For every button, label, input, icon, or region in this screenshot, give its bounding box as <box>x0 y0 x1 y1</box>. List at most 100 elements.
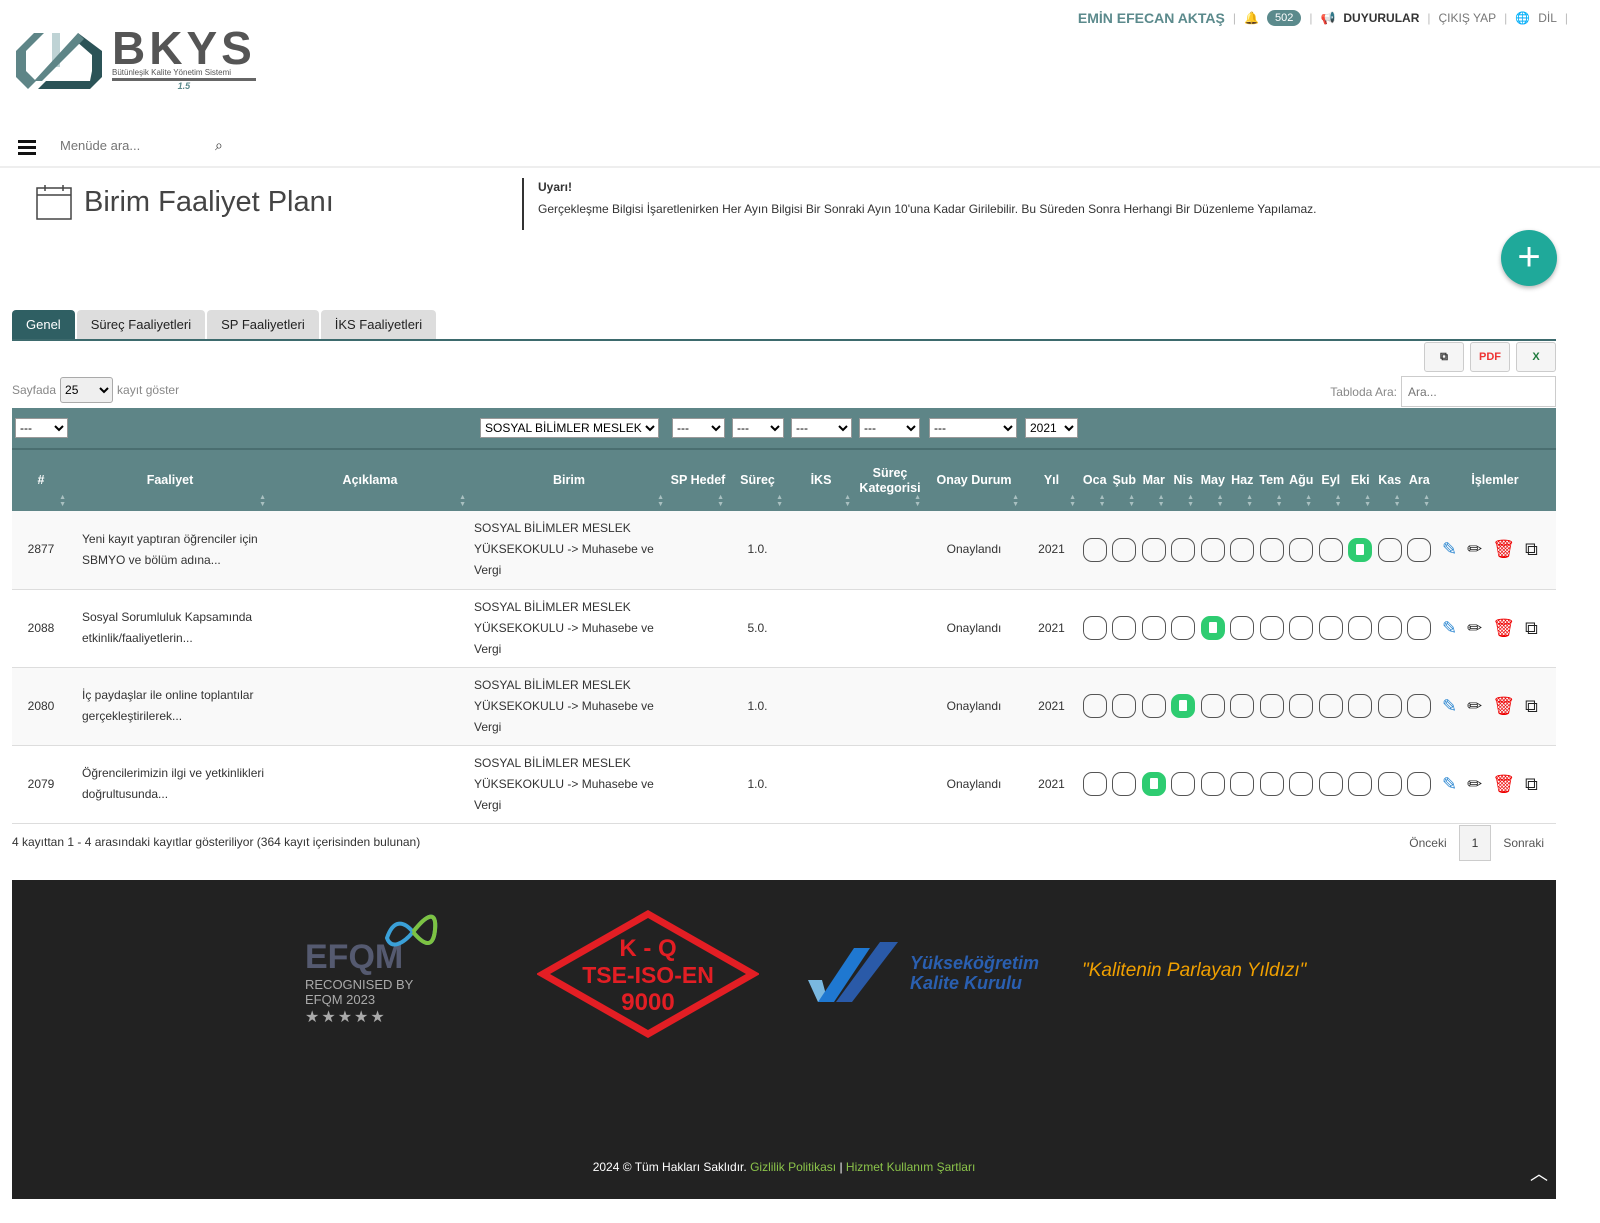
column-header[interactable]: Süreç Kategorisi ▲ ▼ <box>855 450 925 511</box>
sort-icon[interactable]: ▲ ▼ <box>1012 494 1019 508</box>
month-checkbox[interactable] <box>1289 537 1314 562</box>
scroll-top-icon[interactable]: ︿ <box>1530 1160 1548 1186</box>
month-checkbox[interactable] <box>1407 694 1432 718</box>
edit-icon[interactable]: ✎ <box>1442 539 1457 560</box>
month-checkbox[interactable] <box>1082 772 1107 796</box>
pencil-icon[interactable]: ✏ <box>1467 539 1482 560</box>
page-length-select[interactable]: 25 <box>60 377 114 403</box>
column-header[interactable]: Haz ▲ ▼ <box>1227 450 1257 511</box>
month-checkbox[interactable] <box>1171 772 1196 796</box>
filter-iks[interactable]: --- <box>791 418 852 438</box>
column-header[interactable]: # ▲ ▼ <box>12 450 70 511</box>
hamburger-icon[interactable] <box>18 140 36 158</box>
month-checkbox[interactable] <box>1230 694 1255 718</box>
month-checkbox[interactable] <box>1259 772 1284 796</box>
month-checkbox[interactable] <box>1318 694 1343 718</box>
sort-icon[interactable]: ▲ ▼ <box>259 494 266 508</box>
pencil-icon[interactable]: ✏ <box>1467 618 1482 639</box>
delete-icon[interactable]: 🗑 <box>1492 696 1515 717</box>
month-checkbox[interactable] <box>1141 694 1166 718</box>
sort-icon[interactable]: ▲ ▼ <box>1099 494 1106 508</box>
privacy-link[interactable]: Gizlilik Politikası <box>750 1160 836 1174</box>
sort-icon[interactable]: ▲ ▼ <box>1246 494 1253 508</box>
sort-icon[interactable]: ▲ ▼ <box>1158 494 1165 508</box>
sort-icon[interactable]: ▲ ▼ <box>1069 494 1076 508</box>
sort-icon[interactable]: ▲ ▼ <box>844 494 851 508</box>
sort-icon[interactable]: ▲ ▼ <box>657 494 664 508</box>
tab-surec-faaliyetleri[interactable]: Süreç Faaliyetleri <box>76 310 206 339</box>
month-checkbox[interactable] <box>1407 772 1432 796</box>
month-checkbox[interactable] <box>1082 537 1107 562</box>
month-checkbox[interactable] <box>1377 772 1402 796</box>
month-checkbox[interactable] <box>1318 537 1343 562</box>
tab-iks-faaliyetleri[interactable]: İKS Faaliyetleri <box>320 310 437 339</box>
column-header[interactable]: SP Hedef ▲ ▼ <box>668 450 728 511</box>
delete-icon[interactable]: 🗑 <box>1492 539 1515 560</box>
column-header[interactable]: Ara ▲ ▼ <box>1404 450 1434 511</box>
month-checkbox[interactable] <box>1289 616 1314 640</box>
excel-button[interactable]: X <box>1516 342 1556 372</box>
column-header[interactable]: Oca ▲ ▼ <box>1080 450 1110 511</box>
column-header[interactable]: İKS ▲ ▼ <box>787 450 855 511</box>
column-header[interactable]: Şub ▲ ▼ <box>1109 450 1139 511</box>
month-checkbox[interactable] <box>1348 616 1373 640</box>
sort-icon[interactable]: ▲ ▼ <box>1305 494 1312 508</box>
sort-icon[interactable]: ▲ ▼ <box>59 494 66 508</box>
column-header[interactable]: Yıl ▲ ▼ <box>1023 450 1080 511</box>
column-header[interactable]: Eyl ▲ ▼ <box>1316 450 1346 511</box>
edit-icon[interactable]: ✎ <box>1442 618 1457 639</box>
edit-icon[interactable]: ✎ <box>1442 696 1457 717</box>
notification-count[interactable]: 502 <box>1266 10 1302 26</box>
column-header[interactable]: Açıklama ▲ ▼ <box>270 450 470 511</box>
copy-button[interactable]: ⧉ <box>1424 342 1464 372</box>
table-search-input[interactable] <box>1401 376 1556 407</box>
column-header[interactable]: Birim ▲ ▼ <box>470 450 668 511</box>
column-header[interactable]: May ▲ ▼ <box>1198 450 1228 511</box>
search-icon[interactable]: ⌕ <box>215 137 223 154</box>
add-button[interactable]: + <box>1501 230 1557 286</box>
next-page-button[interactable]: Sonraki <box>1491 826 1556 860</box>
column-header[interactable]: İşlemler <box>1434 450 1556 511</box>
month-checkbox[interactable] <box>1259 537 1284 562</box>
month-checkbox[interactable] <box>1377 694 1402 718</box>
sort-icon[interactable]: ▲ ▼ <box>1187 494 1194 508</box>
delete-icon[interactable]: 🗑 <box>1492 774 1515 795</box>
user-name[interactable]: EMİN EFECAN AKTAŞ <box>1078 10 1225 26</box>
month-checkbox[interactable] <box>1377 537 1402 562</box>
page-1-button[interactable]: 1 <box>1458 825 1492 861</box>
copy-icon[interactable]: ⧉ <box>1525 774 1538 795</box>
filter-faaliyet[interactable]: --- <box>15 418 68 438</box>
column-header[interactable]: Mar ▲ ▼ <box>1139 450 1169 511</box>
column-header[interactable]: Nis ▲ ▼ <box>1168 450 1198 511</box>
sort-icon[interactable]: ▲ ▼ <box>1276 494 1283 508</box>
sort-icon[interactable]: ▲ ▼ <box>776 494 783 508</box>
month-checkbox[interactable] <box>1259 694 1284 718</box>
month-checkbox[interactable] <box>1230 537 1255 562</box>
month-checkbox[interactable] <box>1141 537 1166 562</box>
edit-icon[interactable]: ✎ <box>1442 774 1457 795</box>
sort-icon[interactable]: ▲ ▼ <box>1128 494 1135 508</box>
month-done-icon[interactable] <box>1171 694 1196 718</box>
month-checkbox[interactable] <box>1112 616 1137 640</box>
tab-genel[interactable]: Genel <box>12 310 75 339</box>
month-checkbox[interactable] <box>1171 616 1196 640</box>
pencil-icon[interactable]: ✏ <box>1467 774 1482 795</box>
filter-kategori[interactable]: --- <box>859 418 920 438</box>
filter-surec[interactable]: --- <box>732 418 784 438</box>
delete-icon[interactable]: 🗑 <box>1492 618 1515 639</box>
copy-icon[interactable]: ⧉ <box>1525 539 1538 560</box>
month-checkbox[interactable] <box>1200 694 1225 718</box>
sort-icon[interactable]: ▲ ▼ <box>1394 494 1401 508</box>
prev-page-button[interactable]: Önceki <box>1397 826 1458 860</box>
language-link[interactable]: DİL <box>1538 11 1557 25</box>
month-checkbox[interactable] <box>1318 772 1343 796</box>
sort-icon[interactable]: ▲ ▼ <box>914 494 921 508</box>
column-header[interactable]: Faaliyet ▲ ▼ <box>70 450 270 511</box>
month-checkbox[interactable] <box>1082 616 1107 640</box>
filter-birim[interactable]: SOSYAL BİLİMLER MESLEK Y <box>480 418 659 438</box>
sort-icon[interactable]: ▲ ▼ <box>1364 494 1371 508</box>
month-done-icon[interactable] <box>1141 772 1166 796</box>
copy-icon[interactable]: ⧉ <box>1525 696 1538 717</box>
month-checkbox[interactable] <box>1407 616 1432 640</box>
tab-sp-faaliyetleri[interactable]: SP Faaliyetleri <box>207 310 319 339</box>
